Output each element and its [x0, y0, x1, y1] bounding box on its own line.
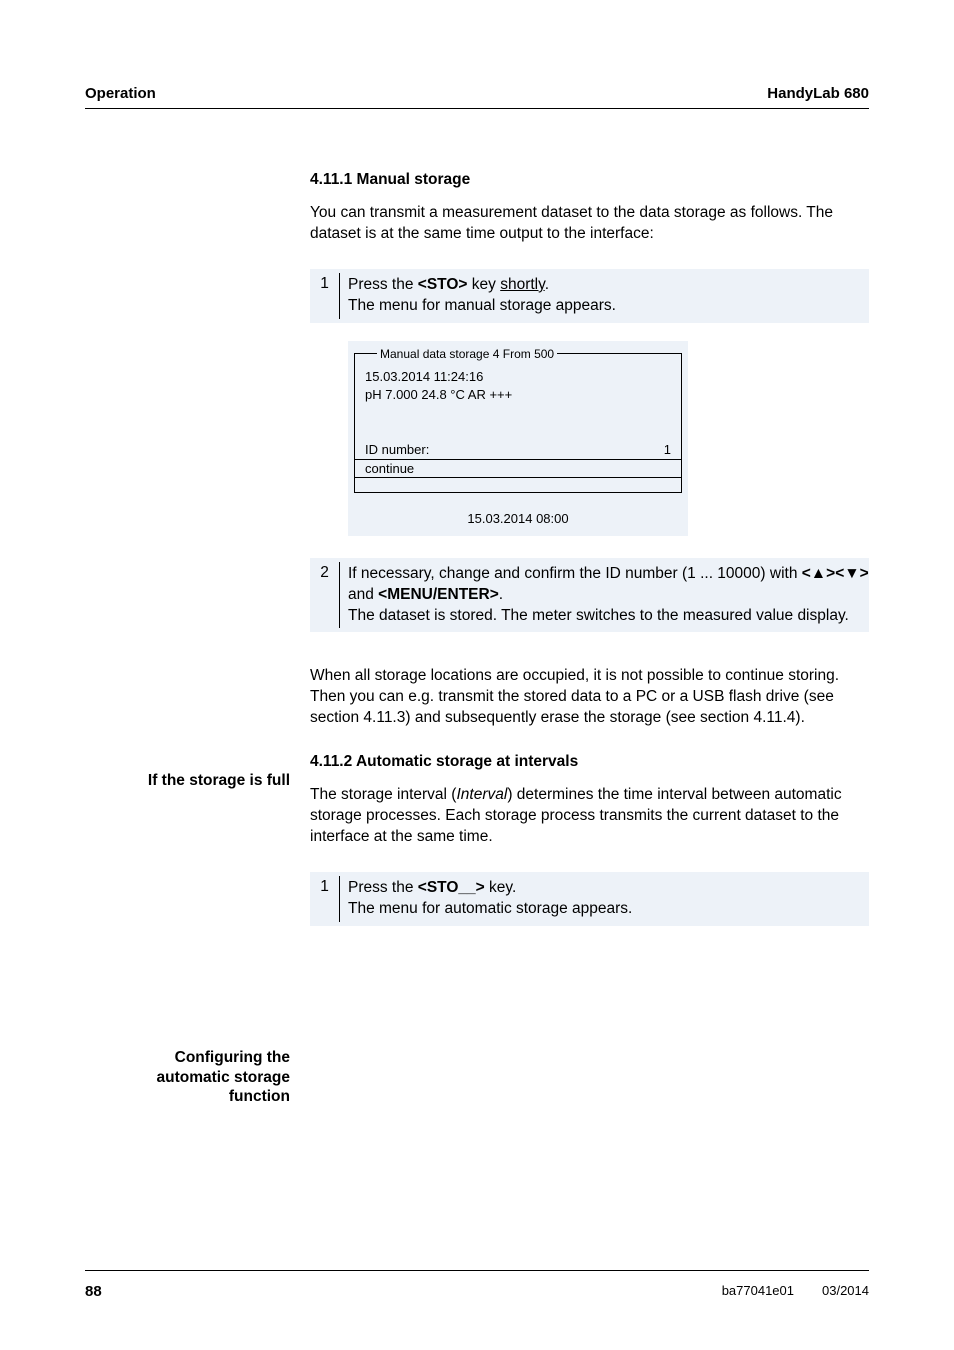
- step-1: 1 Press the <STO> key shortly. The menu …: [310, 269, 869, 323]
- device-screen: Manual data storage 4 From 500 15.03.201…: [348, 341, 688, 536]
- storage-full-para: When all storage locations are occupied,…: [310, 666, 869, 729]
- header-right: HandyLab 680: [767, 85, 869, 102]
- step-text: Press the <STO__> key. The menu for auto…: [340, 876, 869, 922]
- step-text: If necessary, change and confirm the ID …: [340, 562, 869, 629]
- side-label-config-auto: Configuring the automatic storage functi…: [85, 1048, 290, 1106]
- side-label-storage-full: If the storage is full: [85, 771, 290, 790]
- heading-manual-storage: 4.11.1 Manual storage: [310, 171, 869, 189]
- doc-code: ba77041e01: [722, 1283, 794, 1300]
- auto-storage-para: The storage interval (Interval) determin…: [310, 785, 869, 848]
- device-reading: pH 7.000 24.8 °C AR +++: [365, 387, 671, 402]
- step-text: Press the <STO> key shortly. The menu fo…: [340, 273, 869, 319]
- device-id-row: ID number: 1: [365, 442, 671, 457]
- device-id-label: ID number:: [365, 442, 429, 457]
- device-id-value: 1: [664, 442, 671, 457]
- doc-date: 03/2014: [822, 1283, 869, 1300]
- step-number: 1: [310, 876, 340, 922]
- device-screen-box: Manual data storage 4 From 500 15.03.201…: [354, 347, 682, 493]
- header-left: Operation: [85, 85, 156, 102]
- step-auto-1: 1 Press the <STO__> key. The menu for au…: [310, 872, 869, 926]
- page-footer: 88 ba77041e01 03/2014: [85, 1270, 869, 1300]
- page-header: Operation HandyLab 680: [85, 85, 869, 109]
- page-number: 88: [85, 1283, 102, 1300]
- intro-para: You can transmit a measurement dataset t…: [310, 203, 869, 245]
- device-title: Manual data storage 4 From 500: [377, 347, 557, 361]
- step-number: 1: [310, 273, 340, 319]
- device-continue: continue: [355, 459, 681, 478]
- step-number: 2: [310, 562, 340, 629]
- device-footer-datetime: 15.03.2014 08:00: [354, 493, 682, 526]
- step-2: 2 If necessary, change and confirm the I…: [310, 558, 869, 633]
- device-datetime: 15.03.2014 11:24:16: [365, 369, 671, 384]
- heading-auto-storage: 4.11.2 Automatic storage at intervals: [310, 753, 869, 771]
